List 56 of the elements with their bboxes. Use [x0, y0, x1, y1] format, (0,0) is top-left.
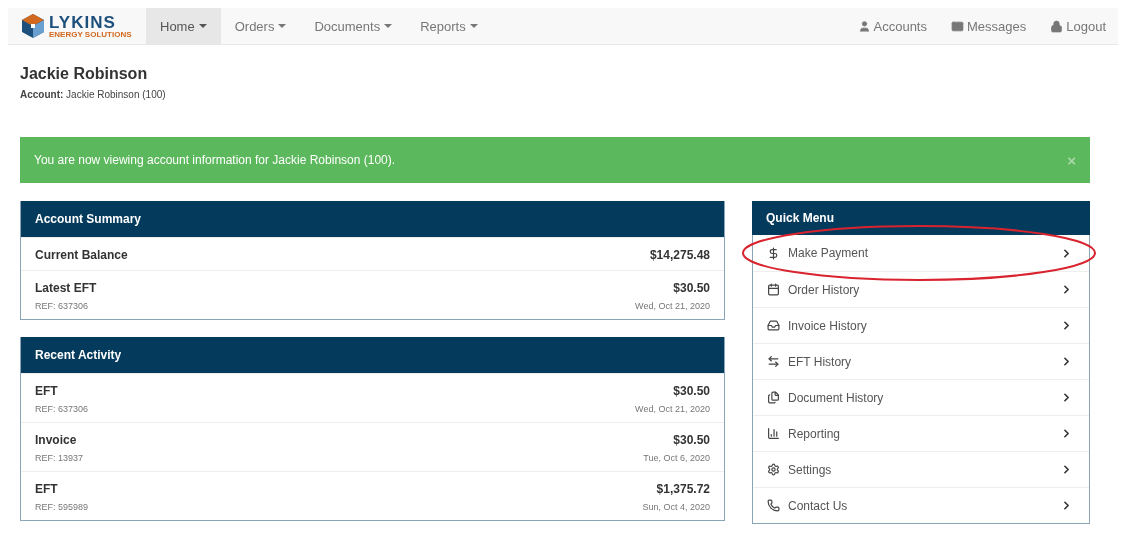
nav-menu[interactable]: Reports — [406, 8, 492, 44]
nav-menu[interactable]: Documents — [300, 8, 407, 44]
row-label: Invoice — [35, 433, 78, 447]
user-icon — [857, 19, 871, 33]
panel-header: Account Summary — [21, 201, 724, 237]
reference: REF: 595989 — [35, 502, 90, 512]
panel-header: Quick Menu — [752, 201, 1090, 235]
reference: REF: 637306 — [35, 301, 90, 311]
row-label: EFT — [35, 384, 59, 398]
caret-icon — [278, 24, 287, 28]
nav-menu[interactable]: Home — [146, 8, 221, 44]
date: Wed, Oct 21, 2020 — [635, 301, 710, 311]
panel-header: Recent Activity — [21, 337, 724, 373]
inbox-icon — [767, 319, 780, 332]
alert-message: You are now viewing account information for Jackie Robinson (100). — [34, 153, 396, 167]
nav-link[interactable]: Messages — [939, 8, 1039, 44]
page-title: Jackie Robinson — [20, 65, 149, 83]
nav-link[interactable]: Accounts — [845, 8, 939, 44]
brand-name: LYKINS — [49, 13, 117, 31]
account-line: Account: Jackie Robinson (100) — [20, 89, 167, 100]
arrows-icon — [767, 355, 780, 368]
documents-icon — [767, 391, 780, 404]
menu-item[interactable]: EFT History — [753, 343, 1089, 379]
reference: REF: 637306 — [35, 404, 90, 414]
menu-item[interactable]: Invoice History — [753, 307, 1089, 343]
amount: $30.50 — [672, 433, 710, 447]
amount: $30.50 — [672, 281, 710, 295]
caret-icon — [384, 24, 393, 28]
row-label: EFT — [35, 482, 59, 496]
date: Sun, Oct 4, 2020 — [642, 502, 710, 512]
amount: $14,275.48 — [649, 248, 710, 262]
amount: $1,375.72 — [655, 482, 710, 496]
date: Wed, Oct 21, 2020 — [635, 404, 710, 414]
row-label: Current Balance — [35, 248, 129, 262]
menu-item[interactable]: Settings — [753, 451, 1089, 487]
mail-icon — [951, 19, 964, 33]
date: Tue, Oct 6, 2020 — [643, 453, 710, 463]
menu-item[interactable]: Contact Us — [753, 487, 1089, 523]
menu-item[interactable]: Order History — [753, 271, 1089, 307]
menu-item[interactable]: Reporting — [753, 415, 1089, 451]
amount: $30.50 — [672, 384, 710, 398]
bar-chart-icon — [767, 427, 780, 440]
caret-icon — [198, 24, 207, 28]
nav-menu[interactable]: Orders — [220, 8, 301, 44]
brand-tagline: ENERGY SOLUTIONS — [49, 30, 132, 39]
calendar-icon — [767, 283, 780, 296]
reference: REF: 13937 — [35, 453, 85, 463]
row-label: Latest EFT — [35, 281, 98, 295]
dollar-icon — [767, 246, 780, 260]
phone-icon — [767, 499, 780, 512]
logo-icon — [22, 14, 44, 38]
nav-link[interactable]: Logout — [1038, 8, 1118, 44]
caret-icon — [469, 24, 478, 28]
lock-icon — [1050, 19, 1064, 33]
menu-item[interactable]: Document History — [753, 379, 1089, 415]
gear-icon — [767, 463, 780, 476]
